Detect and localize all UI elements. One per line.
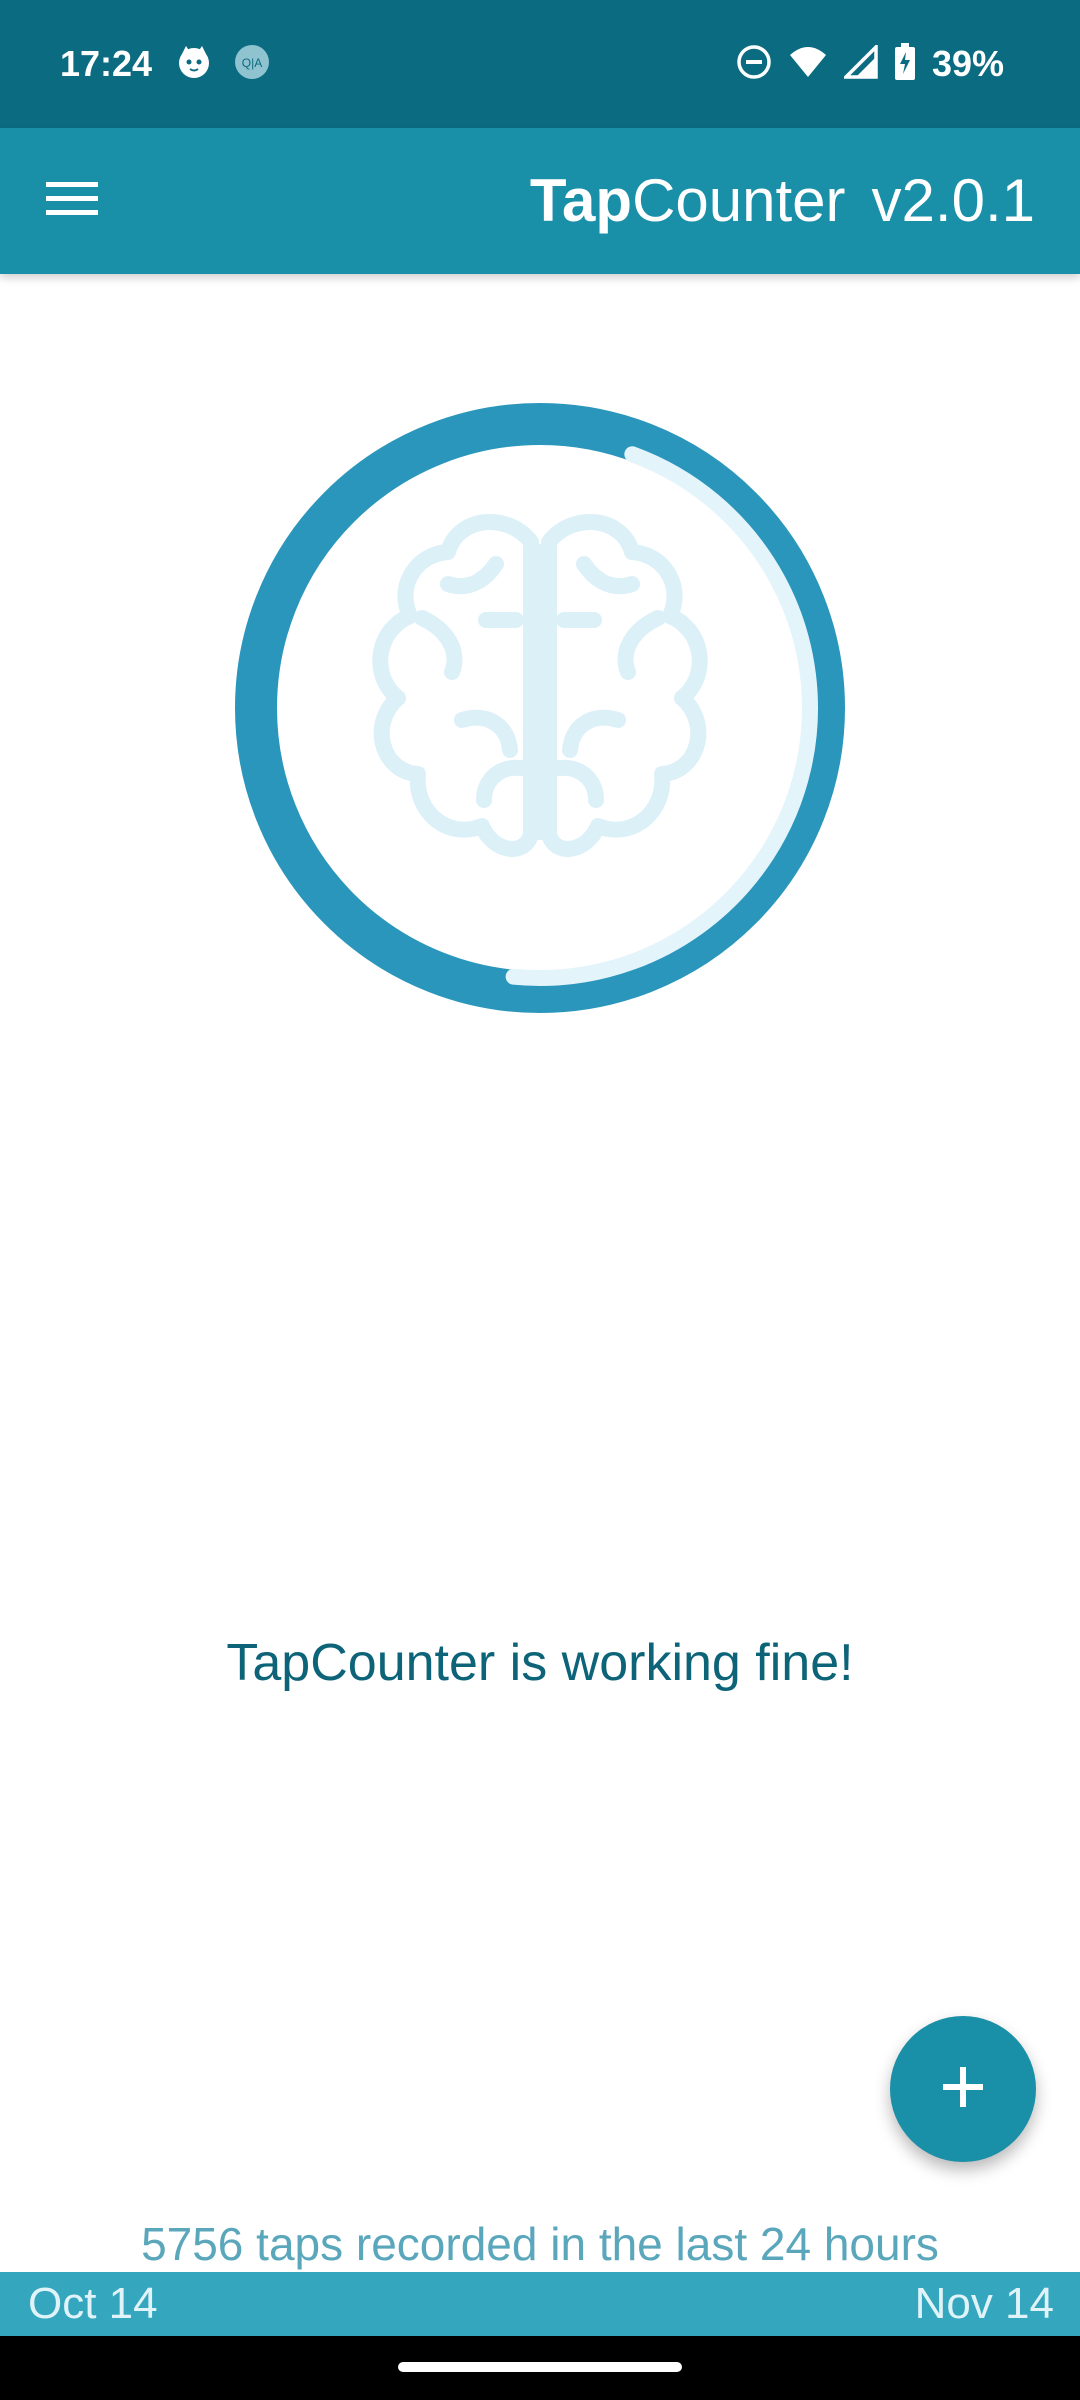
do-not-disturb-icon xyxy=(736,44,772,85)
app-bar: TapCounter v2.0.1 xyxy=(0,128,1080,274)
app-version: v2.0.1 xyxy=(871,167,1035,234)
brain-icon xyxy=(372,514,708,857)
taps-summary: 5756 taps recorded in the last 24 hours xyxy=(141,2218,939,2270)
add-button[interactable] xyxy=(890,2016,1036,2162)
battery-percent: 39% xyxy=(931,43,1004,84)
status-bar: 17:24 Q|A 39% xyxy=(0,0,1080,128)
status-time: 17:24 xyxy=(60,43,153,84)
timeline-start-date: Oct 14 xyxy=(28,2279,158,2328)
svg-text:Q|A: Q|A xyxy=(242,56,262,70)
app-title: TapCounter v2.0.1 xyxy=(530,158,1035,244)
status-ring xyxy=(226,394,854,1022)
status-ring-graphic xyxy=(235,403,845,1013)
menu-button[interactable] xyxy=(30,169,114,233)
navigation-bar xyxy=(0,2336,1080,2400)
plus-icon xyxy=(941,2065,985,2114)
cat-notification-icon xyxy=(176,44,212,85)
home-handle[interactable] xyxy=(398,2362,682,2372)
qa-notification-icon: Q|A xyxy=(234,44,270,85)
app-title-bold: Tap xyxy=(529,167,633,234)
timeline-end-date: Nov 14 xyxy=(914,2279,1054,2328)
status-message: TapCounter is working fine! xyxy=(226,1634,854,1692)
hamburger-menu-icon xyxy=(46,180,98,223)
timeline-bar[interactable]: Oct 14 Nov 14 xyxy=(0,2272,1080,2336)
signal-icon xyxy=(841,42,878,84)
app-title-rest: Counter xyxy=(632,167,846,234)
battery-charging-icon xyxy=(894,42,916,86)
wifi-icon xyxy=(788,45,828,84)
